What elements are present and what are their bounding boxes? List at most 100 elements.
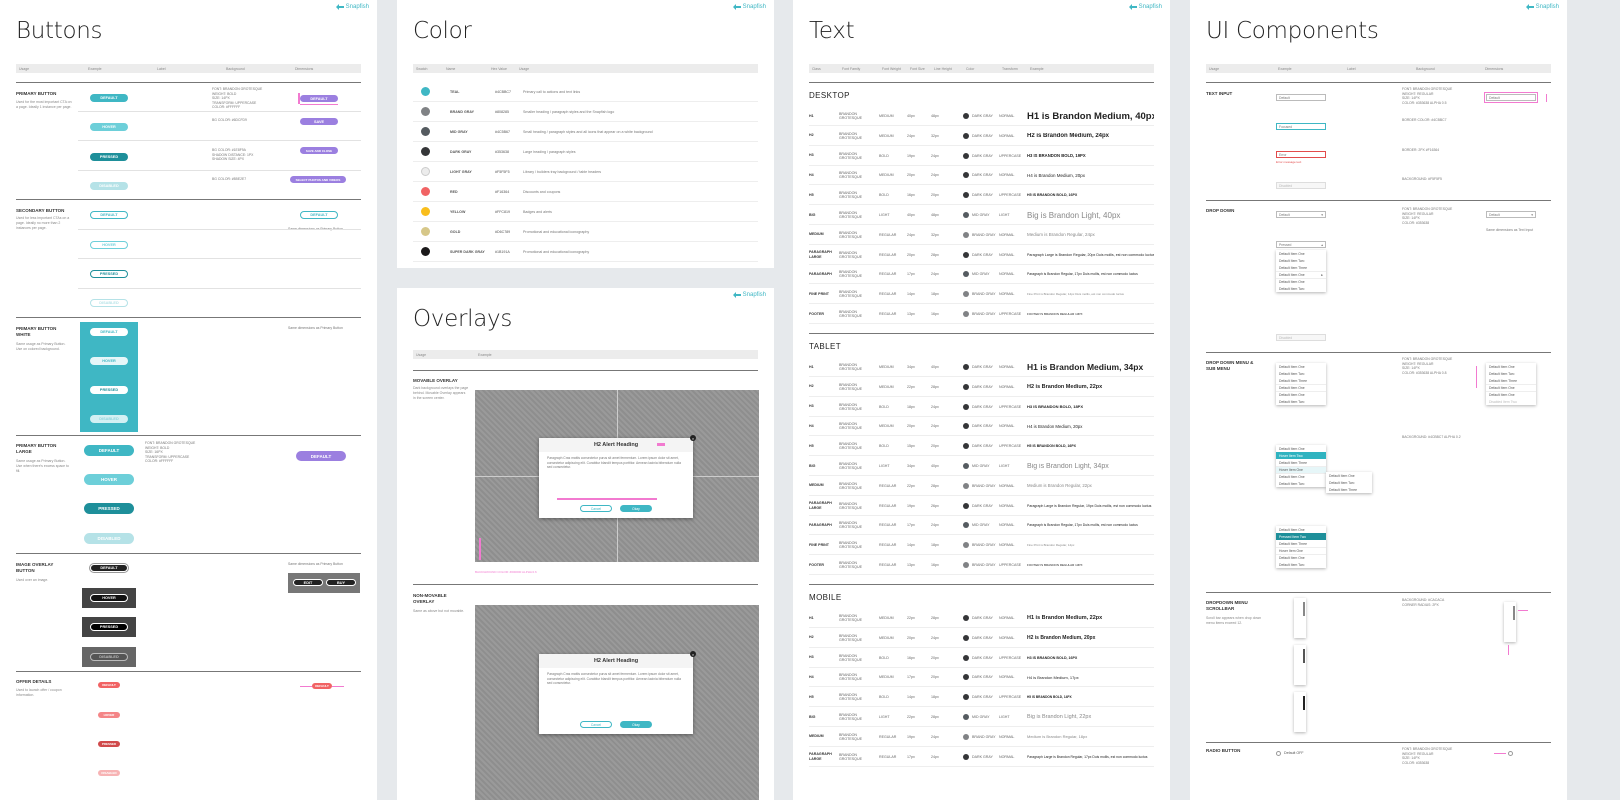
color-row: Light Gray #F5F5F5 Library / builders tray… bbox=[413, 162, 758, 182]
menu-item[interactable]: Hover Item One bbox=[1276, 466, 1326, 473]
menu-item[interactable]: Default Item Three bbox=[1276, 377, 1326, 384]
large-pressed-button[interactable]: Pressed bbox=[84, 503, 134, 514]
type-size: 40px bbox=[907, 114, 915, 118]
type-transform: Uppercase bbox=[999, 655, 1022, 660]
image-pressed-button[interactable]: Pressed bbox=[90, 623, 128, 631]
primary-hover-button[interactable]: Hover bbox=[90, 123, 128, 131]
color-dot bbox=[963, 251, 969, 258]
focused-input[interactable]: Focused bbox=[1276, 123, 1326, 130]
type-line-height: 16px bbox=[931, 312, 939, 316]
white-hover-button[interactable]: Hover bbox=[90, 357, 128, 365]
image-default-button[interactable]: Default bbox=[89, 563, 129, 573]
image-overlay-desc: Used over an image. bbox=[16, 578, 49, 582]
primary-pressed-button[interactable]: Pressed bbox=[90, 153, 128, 161]
offer-pressed-button[interactable]: Pressed bbox=[98, 741, 120, 747]
menu-item[interactable]: Hover Item One bbox=[1276, 547, 1326, 554]
error-input[interactable]: Error bbox=[1276, 151, 1326, 158]
type-family: Brandon Grotesque bbox=[839, 422, 862, 431]
primary-default-button[interactable]: Default bbox=[90, 94, 128, 102]
type-family: Brandon Grotesque bbox=[839, 112, 862, 120]
type-row: Big Brandon Grotesque Light 40px 48px Mid Gra… bbox=[809, 206, 1154, 225]
scrollbar-default[interactable] bbox=[1294, 598, 1306, 638]
menu-item[interactable]: Default Item Two bbox=[1276, 257, 1326, 264]
type-weight: Bold bbox=[879, 695, 889, 700]
type-size: 14px bbox=[907, 695, 915, 700]
type-weight: Regular bbox=[879, 503, 897, 508]
secondary-default-button[interactable]: Default bbox=[90, 211, 128, 219]
type-color: Dark Gray bbox=[963, 383, 999, 390]
text-input-label: Text Input bbox=[1206, 91, 1233, 96]
type-weight: Regular bbox=[879, 563, 897, 567]
menu-item[interactable]: Default Item One bbox=[1276, 363, 1326, 370]
type-example: Paragraph is Brandon Regular, 17px Duis … bbox=[1027, 523, 1138, 528]
large-hover-button[interactable]: Hover bbox=[84, 474, 134, 485]
submenu-item[interactable]: Default Item Two bbox=[1326, 479, 1372, 486]
okay-button[interactable]: Okay bbox=[620, 721, 652, 728]
menu-item[interactable]: Default Item Two bbox=[1276, 480, 1326, 487]
menu-item[interactable]: Default Item Three bbox=[1276, 264, 1326, 271]
menu-item-pressed[interactable]: Pressed Item Two bbox=[1276, 533, 1326, 540]
type-class: H5 bbox=[809, 192, 814, 197]
menu-item[interactable]: Default Item One bbox=[1276, 526, 1326, 533]
menu-item[interactable]: Default Item One bbox=[1276, 384, 1326, 391]
secondary-pressed-button[interactable]: Pressed bbox=[90, 270, 128, 278]
scrollbar-pressed[interactable] bbox=[1294, 692, 1306, 732]
default-input[interactable]: Default bbox=[1276, 94, 1326, 101]
type-size: 22px bbox=[907, 616, 915, 620]
color-row: Gold #D6C789 Promotional and educational i… bbox=[413, 222, 758, 242]
cancel-button[interactable]: Cancel bbox=[580, 721, 612, 728]
menu-item[interactable]: Default Item Two bbox=[1276, 398, 1326, 405]
type-color: Brand Gray bbox=[963, 482, 999, 489]
menu-item[interactable]: Default Item Two bbox=[1276, 370, 1326, 377]
menu-item[interactable]: Default Item One ▸ bbox=[1276, 271, 1326, 278]
buy-button[interactable]: Buy bbox=[326, 579, 356, 586]
edit-button[interactable]: Edit bbox=[293, 579, 323, 586]
okay-button[interactable]: Okay bbox=[620, 505, 652, 512]
white-default-button[interactable]: Default bbox=[90, 328, 128, 336]
menu-item[interactable]: Default Item One bbox=[1276, 445, 1326, 452]
radio-button[interactable] bbox=[1276, 751, 1281, 756]
dims-select-photos-button: Select photos and videos bbox=[290, 176, 346, 183]
image-hover-button[interactable]: Hover bbox=[90, 594, 128, 602]
scrollbar-hover[interactable] bbox=[1294, 645, 1306, 685]
menu-item[interactable]: Default Item One bbox=[1276, 473, 1326, 480]
menu-item[interactable]: Default Item One bbox=[1276, 391, 1326, 398]
color-dot bbox=[963, 615, 969, 621]
close-icon[interactable]: × bbox=[690, 651, 696, 657]
type-size: 13px bbox=[907, 312, 915, 316]
type-line-height: 28px bbox=[931, 616, 939, 620]
menu-item[interactable]: Default Item Three bbox=[1276, 540, 1326, 547]
type-row: H3 Brandon Grotesque Bold 16px 20px Dark Gray… bbox=[809, 649, 1154, 668]
menu-item-hover[interactable]: Hover Item Two bbox=[1276, 452, 1326, 459]
dropdown-pressed[interactable]: Pressed ▴ bbox=[1276, 241, 1326, 248]
submenu-item[interactable]: Default Item One bbox=[1326, 472, 1372, 479]
menu-item[interactable]: Default Item One bbox=[1276, 554, 1326, 561]
type-example: H3 IS BRANDON BOLD, 19PX bbox=[1027, 153, 1086, 159]
color-hex: #4C5B67 bbox=[495, 129, 510, 134]
dropdown-default[interactable]: Default ▾ bbox=[1276, 211, 1326, 218]
col-usage: Usage bbox=[19, 66, 30, 71]
menu-item[interactable]: Default Item Two bbox=[1276, 561, 1326, 568]
type-size: 24px bbox=[907, 232, 915, 237]
type-line-height: 20px bbox=[931, 675, 939, 680]
offer-default-button[interactable]: Default bbox=[98, 682, 120, 688]
close-icon[interactable]: × bbox=[690, 435, 696, 441]
type-example: Medium is Brandon Regular, 22px bbox=[1027, 483, 1092, 489]
type-size: 15px bbox=[907, 444, 915, 449]
menu-item[interactable]: Default Item Two bbox=[1276, 285, 1326, 292]
large-default-button[interactable]: Default bbox=[84, 445, 134, 456]
type-family: Brandon Grotesque bbox=[839, 250, 862, 259]
type-size: 22px bbox=[907, 715, 915, 719]
offer-hover-button[interactable]: Hover bbox=[98, 712, 120, 718]
type-weight: Medium bbox=[879, 133, 894, 138]
secondary-hover-button[interactable]: Hover bbox=[90, 241, 128, 249]
menu-item[interactable]: Default Item One bbox=[1276, 250, 1326, 257]
menu-item[interactable]: Default Item One bbox=[1276, 278, 1326, 285]
menu-item[interactable]: Default Item Three bbox=[1276, 459, 1326, 466]
type-transform: Normal bbox=[999, 754, 1015, 759]
brand-logo: Snapfish bbox=[732, 4, 766, 10]
type-weight: Medium bbox=[879, 384, 894, 389]
submenu-item[interactable]: Default Item Three bbox=[1326, 486, 1372, 493]
white-pressed-button[interactable]: Pressed bbox=[90, 386, 128, 394]
cancel-button[interactable]: Cancel bbox=[580, 505, 612, 512]
